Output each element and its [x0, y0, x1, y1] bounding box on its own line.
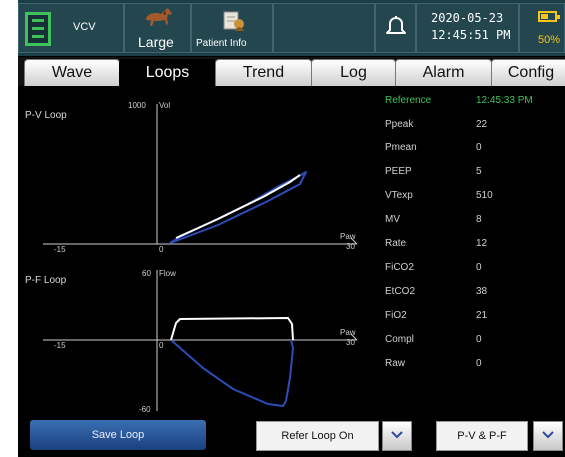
- bottom-controls: Save Loop Refer Loop On P-V & P-F: [18, 416, 565, 457]
- param-value: 38: [476, 286, 488, 297]
- reference-time: 12:45:33 PM: [476, 95, 533, 106]
- pf-y-name-label: Flow: [159, 269, 176, 278]
- tab-alarm[interactable]: Alarm: [395, 59, 492, 86]
- patient-size-label: Large: [138, 34, 174, 50]
- param-value: 0: [476, 142, 482, 153]
- pv-x-max-label: 30: [346, 242, 355, 251]
- pf-y-bottom-label: -60: [139, 405, 151, 414]
- param-name: PEEP: [385, 166, 412, 177]
- chevron-down-icon: [391, 431, 403, 439]
- ventilator-screen: VCV Large Patient Info 2020-05-23 12:45:…: [18, 0, 565, 457]
- loop-plots: 1000 Vol -15 0 Paw 30 60 Flow -60 -15 0 …: [43, 101, 358, 414]
- param-name: FiO2: [385, 310, 407, 321]
- save-loop-button[interactable]: Save Loop: [30, 420, 206, 450]
- pv-y-top-label: 1000: [128, 101, 146, 110]
- loops-panel: P-V Loop P-F Loop 1000 Vol -15 0 Paw 30: [18, 86, 565, 416]
- param-name: FiCO2: [385, 262, 414, 273]
- patient-info-icon: [223, 11, 244, 31]
- pf-x-zero-label: 0: [159, 341, 164, 350]
- current-time: 12:45:51 PM: [431, 28, 511, 42]
- patient-info-label: Patient Info: [196, 38, 247, 49]
- param-name: Pmean: [385, 142, 417, 153]
- loop-type-select[interactable]: P-V & P-F: [436, 421, 528, 451]
- pv-y-name-label: Vol: [159, 101, 170, 110]
- pv-x-name-label: Paw: [340, 232, 356, 241]
- bell-icon: [386, 16, 406, 34]
- pf-x-max-label: 30: [346, 338, 355, 347]
- param-value: 0: [476, 262, 482, 273]
- chevron-down-icon: [542, 431, 554, 439]
- refer-loop-dropdown-button[interactable]: [382, 421, 412, 451]
- pv-x-min-label: -15: [54, 245, 66, 254]
- tab-wave[interactable]: Wave: [24, 59, 120, 86]
- param-name: MV: [385, 214, 400, 225]
- param-value: 12: [476, 238, 488, 249]
- param-value: 510: [476, 190, 493, 201]
- mode-button[interactable]: VCV: [18, 3, 124, 53]
- param-name: EtCO2: [385, 286, 416, 297]
- tab-config[interactable]: Config: [491, 59, 565, 86]
- param-name: VTexp: [385, 190, 413, 201]
- param-value: 8: [476, 214, 482, 225]
- horse-icon: [146, 8, 172, 26]
- param-value: 22: [476, 119, 488, 130]
- tab-trend[interactable]: Trend: [215, 59, 312, 86]
- pf-loop-axes: 60 Flow -60 -15 0 Paw 30: [43, 269, 358, 414]
- ventilator-logo-icon: [25, 12, 51, 46]
- reference-label: Reference: [385, 95, 432, 106]
- status-message-area: [273, 3, 375, 53]
- battery-level-fill: [541, 14, 548, 19]
- pf-x-min-label: -15: [54, 341, 66, 350]
- tab-bar: Wave Loops Trend Log Alarm Config: [18, 57, 565, 88]
- ventilation-mode: VCV: [73, 21, 96, 33]
- current-date: 2020-05-23: [431, 11, 504, 25]
- patient-size-button[interactable]: Large: [124, 3, 191, 53]
- tab-log[interactable]: Log: [311, 59, 396, 86]
- alarm-silence-button[interactable]: [375, 3, 416, 53]
- param-value: 0: [476, 334, 482, 345]
- param-name: Compl: [385, 334, 414, 345]
- refer-loop-select[interactable]: Refer Loop On: [256, 421, 379, 451]
- status-bar: VCV Large Patient Info 2020-05-23 12:45:…: [18, 0, 565, 56]
- loop-type-dropdown-button[interactable]: [533, 421, 563, 451]
- battery-icon: [538, 11, 560, 22]
- param-name: Rate: [385, 238, 407, 249]
- param-value: 0: [476, 358, 482, 369]
- date-time-display: 2020-05-23 12:45:51 PM: [416, 3, 519, 53]
- pv-x-zero-label: 0: [159, 245, 164, 254]
- param-value: 21: [476, 310, 488, 321]
- param-name: Raw: [385, 358, 406, 369]
- pf-loop-curve: [170, 339, 294, 407]
- param-name: Ppeak: [385, 119, 414, 130]
- patient-info-button[interactable]: Patient Info: [191, 3, 273, 53]
- pf-x-name-label: Paw: [340, 328, 356, 337]
- pf-y-top-label: 60: [142, 269, 151, 278]
- pf-reference-curve: [170, 317, 294, 341]
- battery-status: 50%: [519, 3, 565, 53]
- battery-percent: 50%: [538, 34, 561, 46]
- param-value: 5: [476, 166, 482, 177]
- tab-loops[interactable]: Loops: [119, 59, 216, 88]
